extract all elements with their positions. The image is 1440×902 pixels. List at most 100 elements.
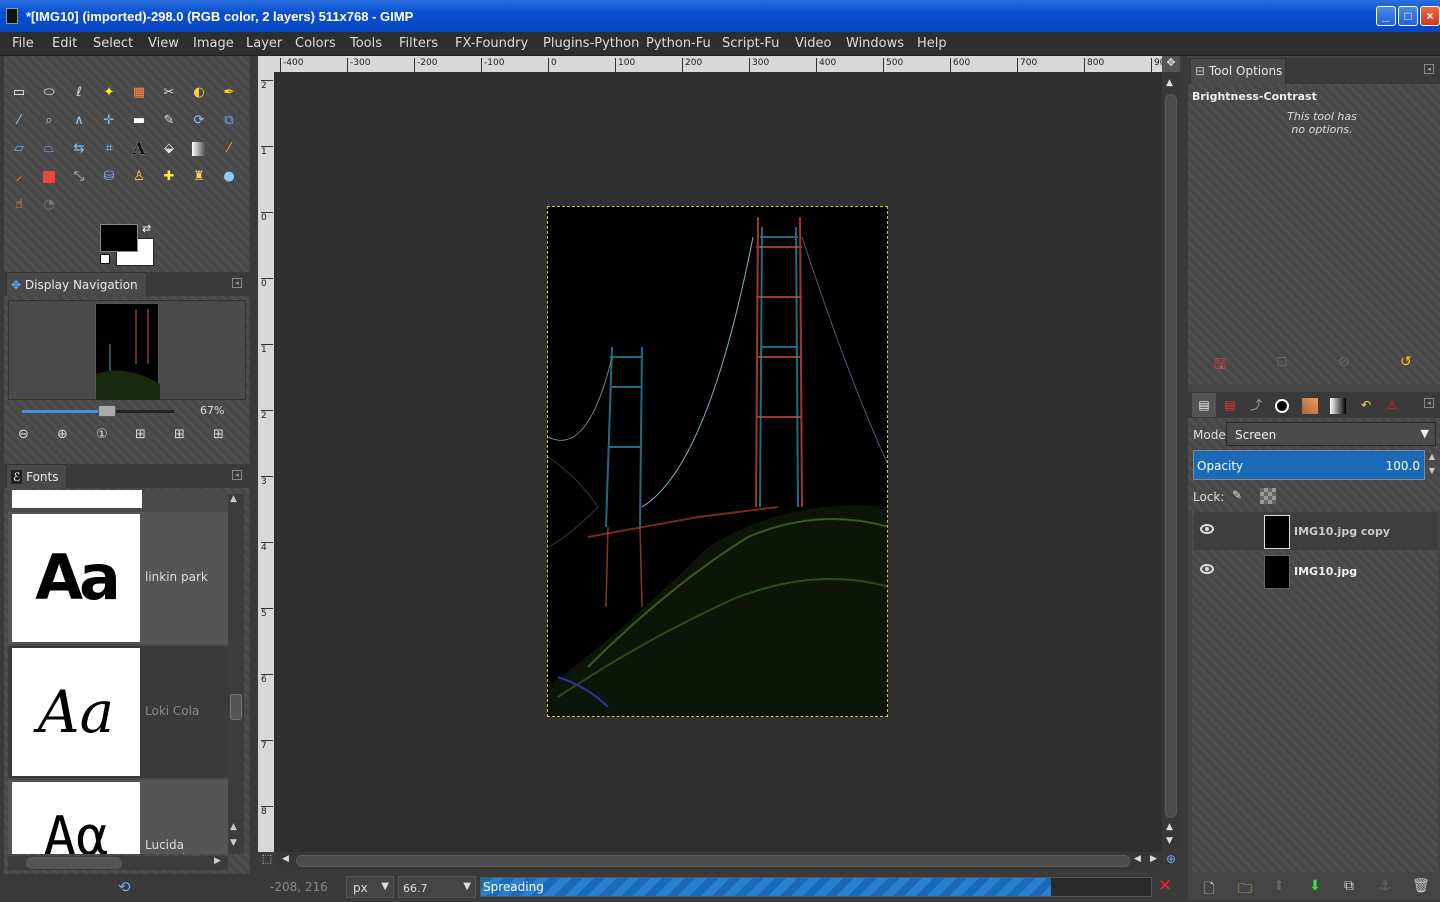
menu-windows[interactable]: Windows bbox=[846, 36, 904, 51]
menu-image[interactable]: Image bbox=[193, 36, 234, 51]
heal-icon[interactable]: ✚ bbox=[158, 166, 180, 188]
menu-plugins-python[interactable]: Plugins-Python bbox=[543, 36, 639, 51]
dock-menu-icon[interactable]: ◂ bbox=[232, 278, 242, 288]
scroll-up-icon[interactable]: ▲ bbox=[230, 494, 237, 504]
anchor-layer-icon[interactable]: ⚓ bbox=[1374, 878, 1396, 898]
menu-script-fu[interactable]: Script-Fu bbox=[722, 36, 779, 51]
delete-layer-icon[interactable]: 🗑 bbox=[1410, 878, 1432, 898]
blur-icon[interactable]: ● bbox=[218, 166, 240, 188]
opacity-slider[interactable]: Opacity 100.0 bbox=[1193, 450, 1425, 480]
scroll-left-icon[interactable]: ◀ bbox=[282, 854, 289, 864]
align-icon[interactable]: ▬ bbox=[128, 110, 150, 132]
navigation-preview[interactable] bbox=[8, 300, 246, 400]
cage-icon[interactable]: ⌗ bbox=[98, 138, 120, 160]
canvas-hscroll-thumb[interactable] bbox=[296, 855, 1130, 867]
tab-layers[interactable]: ▤ bbox=[1192, 393, 1216, 417]
zoom-follow-icon[interactable]: ⊕ bbox=[1162, 852, 1180, 870]
tab-patterns[interactable] bbox=[1298, 393, 1322, 417]
shear-icon[interactable]: ▱ bbox=[8, 138, 30, 160]
horizontal-ruler[interactable]: -400 -300 -200 -100 0 100 200 300 400 500 600 700 80… bbox=[276, 56, 1162, 72]
scroll-up-icon[interactable]: ▲ bbox=[1166, 822, 1173, 832]
opacity-spin-icon[interactable]: ▲ ▼ bbox=[1426, 450, 1438, 480]
zoom-out-icon[interactable]: ⊖ bbox=[18, 427, 29, 442]
canvas-vscrollbar[interactable]: ▲ ▲ ▼ bbox=[1162, 72, 1180, 852]
tab-tool-options[interactable]: ⊟ Tool Options bbox=[1190, 58, 1286, 84]
navigate-icon[interactable]: ✥ bbox=[1162, 56, 1180, 72]
menu-file[interactable]: File bbox=[12, 36, 34, 51]
delete-options-icon[interactable]: ⊘ bbox=[1338, 354, 1350, 370]
cancel-icon[interactable]: ✕ bbox=[1158, 876, 1172, 896]
duplicate-layer-icon[interactable]: ⧉ bbox=[1338, 878, 1360, 898]
canvas-vscroll-thumb[interactable] bbox=[1165, 94, 1177, 818]
layer-row[interactable]: IMG10.jpg bbox=[1194, 552, 1438, 590]
menu-help[interactable]: Help bbox=[917, 36, 947, 51]
blend-icon[interactable] bbox=[188, 138, 210, 160]
fonts-hscrollbar[interactable]: ▶ bbox=[8, 856, 228, 870]
menu-filters[interactable]: Filters bbox=[399, 36, 438, 51]
scroll-up-icon[interactable]: ▲ bbox=[1166, 78, 1173, 88]
pencil-icon[interactable]: ⁄ bbox=[218, 138, 240, 160]
swap-colors-icon[interactable]: ⇄ bbox=[142, 222, 151, 235]
image-canvas[interactable] bbox=[547, 206, 888, 717]
reset-options-icon[interactable]: ↺ bbox=[1400, 354, 1412, 370]
mode-select[interactable]: Screen ▼ bbox=[1226, 422, 1436, 446]
measure-icon[interactable]: ∧ bbox=[68, 110, 90, 132]
vertical-ruler[interactable]: 2100123456789 bbox=[258, 72, 274, 852]
zoom-one-to-one-icon[interactable]: ① bbox=[96, 427, 108, 442]
rotate-icon[interactable]: ⟳ bbox=[188, 110, 210, 132]
shrink-wrap-icon[interactable]: ⊞ bbox=[213, 427, 224, 442]
tab-display-navigation[interactable]: ✥ Display Navigation bbox=[6, 272, 147, 296]
zoom-fit-image-icon[interactable]: ⊞ bbox=[135, 427, 146, 442]
eye-icon[interactable] bbox=[1200, 564, 1214, 574]
font-item[interactable]: Aa Loki Cola bbox=[8, 646, 228, 778]
fuzzy-select-icon[interactable]: ✦ bbox=[98, 82, 120, 104]
paintbrush-icon[interactable]: ⸝ bbox=[8, 166, 30, 188]
bucket-fill-icon[interactable]: ⬙ bbox=[158, 138, 180, 160]
rect-select-icon[interactable]: ▭ bbox=[8, 82, 30, 104]
scissors-select-icon[interactable]: ✂ bbox=[158, 82, 180, 104]
new-layer-icon[interactable]: 🗋 bbox=[1198, 878, 1220, 898]
dock-menu-icon[interactable]: ◂ bbox=[1424, 64, 1434, 74]
tab-paths[interactable]: ⤴ bbox=[1244, 393, 1268, 417]
lower-layer-icon[interactable]: ⬇ bbox=[1304, 878, 1326, 898]
tab-channels[interactable]: ▤ bbox=[1218, 393, 1242, 417]
menu-python-fu[interactable]: Python-Fu bbox=[646, 36, 711, 51]
lock-pixels-icon[interactable]: ✎ bbox=[1232, 488, 1242, 502]
zoom-select[interactable]: 66.7 ▼ bbox=[398, 876, 476, 898]
free-select-icon[interactable]: ℓ bbox=[68, 82, 90, 104]
paths-icon[interactable]: ✒ bbox=[218, 82, 240, 104]
menu-video[interactable]: Video bbox=[795, 36, 831, 51]
zoom-fit-window-icon[interactable]: ⊞ bbox=[174, 427, 185, 442]
layer-group-icon[interactable]: 🗀 bbox=[1234, 878, 1256, 898]
scroll-right-icon[interactable]: ▶ bbox=[1150, 854, 1157, 864]
menu-edit[interactable]: Edit bbox=[52, 36, 77, 51]
zoom-icon[interactable]: ⌕ bbox=[38, 110, 60, 132]
close-button[interactable]: × bbox=[1420, 6, 1440, 26]
move-icon[interactable]: ✛ bbox=[98, 110, 120, 132]
zoom-slider-track[interactable] bbox=[22, 405, 174, 417]
tab-error-console[interactable]: ⚠ bbox=[1380, 393, 1404, 417]
ellipse-select-icon[interactable]: ⬭ bbox=[38, 82, 60, 104]
refresh-fonts-icon[interactable]: ⟲ bbox=[118, 878, 131, 896]
font-item[interactable]: Aa linkin park bbox=[8, 512, 228, 644]
default-colors-icon[interactable] bbox=[100, 254, 110, 264]
ink-icon[interactable]: ⛁ bbox=[98, 166, 120, 188]
dock-menu-icon[interactable]: ◂ bbox=[1424, 398, 1434, 408]
scroll-left-icon[interactable]: ◀ bbox=[1134, 854, 1141, 864]
perspective-clone-icon[interactable]: ♜ bbox=[188, 166, 210, 188]
menu-select[interactable]: Select bbox=[93, 36, 133, 51]
airbrush-icon[interactable]: ⤡ bbox=[68, 166, 90, 188]
canvas-hscrollbar[interactable]: ◀ ◀ ▶ bbox=[276, 852, 1162, 870]
unit-select[interactable]: px ▼ bbox=[346, 876, 394, 898]
dodge-burn-icon[interactable]: ◔ bbox=[38, 194, 60, 216]
scale-icon[interactable]: ⧉ bbox=[218, 110, 240, 132]
save-options-icon[interactable]: 🖫 bbox=[1214, 354, 1226, 378]
menu-layer[interactable]: Layer bbox=[246, 36, 282, 51]
tab-undo[interactable]: ↶ bbox=[1354, 393, 1378, 417]
fonts-hscroll-thumb[interactable] bbox=[26, 857, 122, 869]
color-picker-icon[interactable]: ⁄ bbox=[8, 110, 30, 132]
eraser-icon[interactable] bbox=[38, 166, 60, 188]
zoom-slider-handle[interactable] bbox=[97, 405, 116, 417]
lock-alpha-icon[interactable] bbox=[1260, 488, 1276, 504]
scroll-right-icon[interactable]: ▶ bbox=[214, 856, 221, 866]
